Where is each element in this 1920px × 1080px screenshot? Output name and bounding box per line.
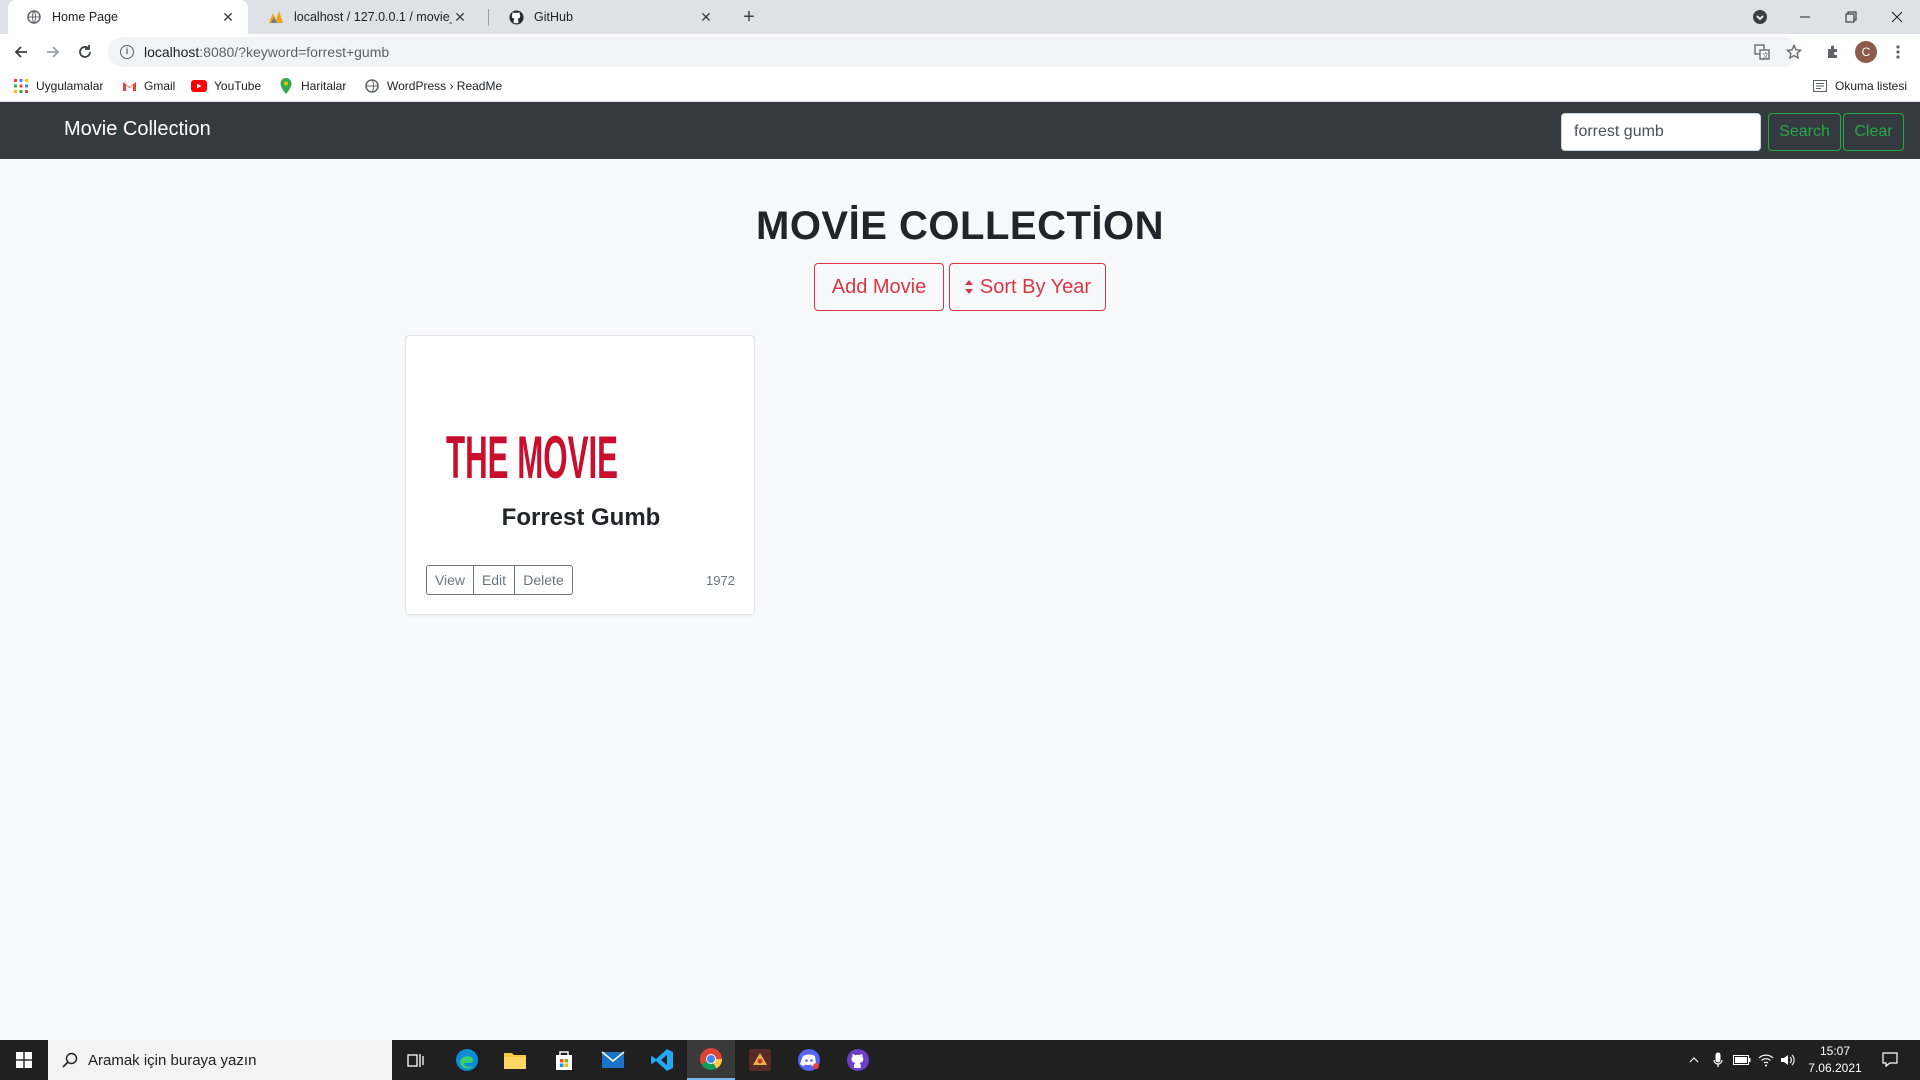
taskbar-search-placeholder: Aramak için buraya yazın: [88, 1051, 257, 1069]
url-host: localhost: [144, 44, 200, 60]
windows-start-icon[interactable]: [0, 1040, 48, 1080]
page-title: MOVİE COLLECTİON: [756, 204, 1164, 248]
bookmark-label: YouTube: [214, 79, 262, 93]
restore-icon[interactable]: [1828, 0, 1874, 34]
browser-toolbar: i localhost:8080/?keyword=forrest+gumb 文: [0, 34, 1920, 70]
chrome-icon[interactable]: [687, 1040, 735, 1080]
github-icon: [508, 9, 524, 25]
bookmark-gmail[interactable]: Gmail: [121, 76, 175, 96]
reading-list-icon: [1812, 78, 1828, 94]
search-icon: [62, 1052, 78, 1068]
close-tab-icon[interactable]: ✕: [452, 9, 468, 25]
mail-icon[interactable]: [589, 1040, 637, 1080]
clear-button[interactable]: Clear: [1843, 113, 1904, 151]
url-path: :8080/?keyword=forrest+gumb: [199, 44, 390, 60]
search-button[interactable]: Search: [1768, 113, 1841, 151]
phpmyadmin-icon: [268, 9, 284, 25]
notifications-icon[interactable]: [1872, 1040, 1908, 1080]
view-button[interactable]: View: [426, 565, 474, 595]
battery-icon[interactable]: [1730, 1040, 1754, 1080]
maps-pin-icon: [278, 78, 294, 94]
taskbar-clock[interactable]: 15:07 7.06.2021: [1800, 1043, 1870, 1077]
movie-title: Forrest Gumb: [501, 504, 661, 531]
wifi-icon[interactable]: [1754, 1040, 1778, 1080]
add-movie-button[interactable]: Add Movie: [814, 263, 944, 311]
tab-github[interactable]: GitHub ✕: [490, 0, 726, 34]
movie-card: THE MOVIE Forrest Gumb View Edit Delete …: [405, 335, 755, 615]
windows-taskbar: Aramak için buraya yazın 15:07 7.06.2021: [0, 1040, 1920, 1080]
close-tab-icon[interactable]: ✕: [698, 9, 714, 25]
delete-button[interactable]: Delete: [515, 565, 573, 595]
game-icon[interactable]: [736, 1040, 784, 1080]
vscode-icon[interactable]: [638, 1040, 686, 1080]
tab-title: GitHub: [534, 10, 573, 24]
bookmark-star-icon[interactable]: [1782, 40, 1806, 64]
bookmarks-bar: Uygulamalar Gmail YouTube Haritalar Word…: [0, 70, 1920, 102]
sort-icon: [964, 279, 974, 295]
translate-icon[interactable]: 文: [1750, 40, 1774, 64]
bookmark-label: Uygulamalar: [36, 79, 104, 93]
site-navbar: Movie Collection Search Clear: [0, 102, 1920, 159]
volume-icon[interactable]: [1776, 1040, 1800, 1080]
close-tab-icon[interactable]: ✕: [220, 9, 236, 25]
globe-icon: [26, 9, 42, 25]
clock-time: 15:07: [1819, 1044, 1851, 1058]
taskbar-search[interactable]: Aramak için buraya yazın: [48, 1040, 392, 1080]
discord-icon[interactable]: [785, 1040, 833, 1080]
clock-date: 7.06.2021: [1808, 1061, 1862, 1075]
bookmark-label: Haritalar: [301, 79, 347, 93]
movie-year: 1972: [706, 573, 735, 588]
file-explorer-icon[interactable]: [491, 1040, 539, 1080]
reload-icon[interactable]: [71, 38, 99, 66]
site-info-icon[interactable]: i: [120, 45, 134, 59]
forward-icon[interactable]: [39, 38, 67, 66]
bookmark-apps[interactable]: Uygulamalar: [13, 76, 103, 96]
apps-grid-icon: [13, 78, 29, 94]
youtube-icon: [191, 78, 207, 94]
search-input[interactable]: [1561, 113, 1761, 151]
back-icon[interactable]: [7, 38, 35, 66]
poster-text: THE MOVIE: [446, 424, 618, 486]
minimize-icon[interactable]: [1782, 0, 1828, 34]
bookmark-wordpress[interactable]: WordPress › ReadMe: [364, 76, 502, 96]
sort-by-year-button[interactable]: Sort By Year: [949, 263, 1106, 311]
browser-tab-strip: Home Page ✕ localhost / 127.0.0.1 / movi…: [0, 0, 1920, 34]
bookmark-label: Gmail: [144, 79, 176, 93]
reading-list-label: Okuma listesi: [1835, 79, 1908, 93]
bookmark-maps[interactable]: Haritalar: [278, 76, 346, 96]
close-window-icon[interactable]: [1874, 0, 1920, 34]
tab-title: Home Page: [52, 10, 119, 24]
svg-text:文: 文: [1762, 51, 1769, 60]
sort-label: Sort By Year: [979, 275, 1092, 298]
address-bar[interactable]: i localhost:8080/?keyword=forrest+gumb: [108, 37, 1798, 67]
microphone-icon[interactable]: [1706, 1040, 1730, 1080]
profile-avatar[interactable]: C: [1855, 41, 1877, 63]
reading-list[interactable]: Okuma listesi: [1812, 76, 1907, 96]
tab-title: localhost / 127.0.0.1 / movie_coll: [294, 10, 452, 24]
edit-button[interactable]: Edit: [474, 565, 515, 595]
tab-phpmyadmin[interactable]: localhost / 127.0.0.1 / movie_coll ✕: [250, 0, 480, 34]
bookmark-label: WordPress › ReadMe: [387, 79, 503, 93]
new-tab-button[interactable]: +: [736, 4, 762, 30]
chrome-menu-icon[interactable]: [1886, 40, 1910, 64]
edge-icon[interactable]: [443, 1040, 491, 1080]
gmail-icon: [121, 78, 137, 94]
navbar-brand[interactable]: Movie Collection: [64, 118, 211, 141]
globe-icon: [364, 78, 380, 94]
tab-search-icon[interactable]: [1737, 0, 1783, 34]
tab-separator: [488, 9, 489, 26]
movie-poster[interactable]: THE MOVIE: [446, 416, 626, 491]
task-view-icon[interactable]: [392, 1040, 440, 1080]
tab-home-page[interactable]: Home Page ✕: [8, 0, 248, 34]
chevron-up-icon[interactable]: [1682, 1040, 1706, 1080]
extensions-icon[interactable]: [1821, 40, 1845, 64]
bookmark-youtube[interactable]: YouTube: [191, 76, 261, 96]
github-desktop-icon[interactable]: [834, 1040, 882, 1080]
store-icon[interactable]: [540, 1040, 588, 1080]
